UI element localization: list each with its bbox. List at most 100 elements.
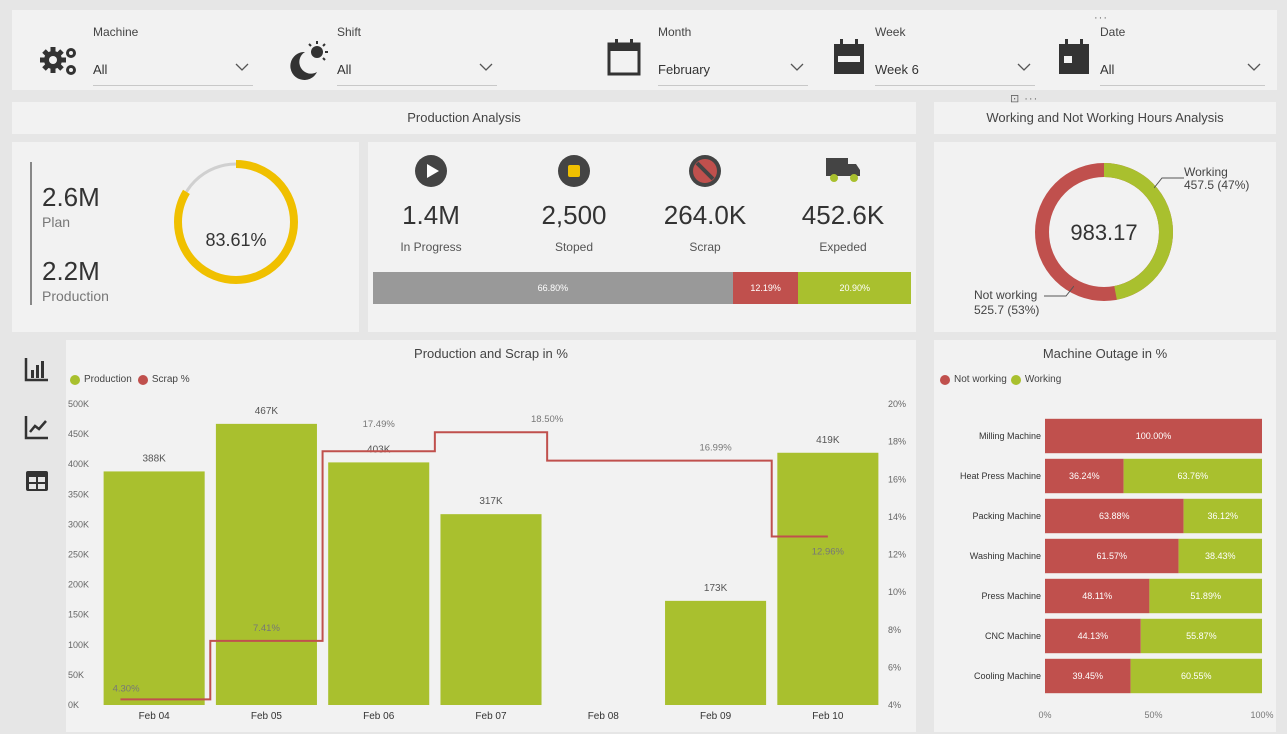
category-label: Cooling Machine xyxy=(974,671,1041,681)
month-select[interactable]: February xyxy=(658,52,808,86)
y2-tick-label: 4% xyxy=(888,700,901,710)
x-tick-label: Feb 09 xyxy=(700,711,732,722)
month-filter-label: Month xyxy=(658,25,692,39)
production-analysis-title: Production Analysis xyxy=(407,110,521,125)
date-filter: Date All xyxy=(1052,10,1267,90)
production-bar[interactable] xyxy=(103,471,205,705)
working-data-label: 63.76% xyxy=(1178,471,1209,481)
category-label: Washing Machine xyxy=(970,551,1041,561)
working-hours-title: Working and Not Working Hours Analysis xyxy=(986,110,1224,125)
x-tick-label: Feb 05 xyxy=(251,711,283,722)
filter-bar: Machine All Shift All Month February Wee… xyxy=(12,10,1277,90)
scrap-data-label: 17.49% xyxy=(363,419,396,430)
more-options-icon[interactable]: ··· xyxy=(1094,12,1108,24)
stack-segment[interactable]: 20.90% xyxy=(798,272,911,304)
kpi-card: 1.4M In Progress 2,500 Stoped 264.0K Scr… xyxy=(368,142,916,332)
production-bar[interactable] xyxy=(215,423,317,705)
working-hours-card: 983.17 Working 457.5 (47%) Not working 5… xyxy=(934,142,1276,332)
calendar-day-icon xyxy=(1059,39,1089,74)
machine-outage-chart-card: Machine Outage in % Not working Working … xyxy=(934,340,1276,732)
bar-data-label: 467K xyxy=(255,406,279,417)
stack-segment[interactable]: 12.19% xyxy=(732,272,799,304)
working-data-label: 51.89% xyxy=(1190,591,1221,601)
calendar-icon xyxy=(607,39,641,76)
scrap-data-label: 18.50% xyxy=(531,414,564,425)
week-filter-label: Week xyxy=(875,25,906,39)
plan-production-card: 2.6M Plan 2.2M Production 83.61% xyxy=(12,142,359,332)
visual-switcher xyxy=(12,340,62,732)
working-data-label: 60.55% xyxy=(1181,671,1212,681)
y2-tick-label: 18% xyxy=(888,437,906,447)
kpi-label: Expeded xyxy=(819,240,867,254)
kpi-value: 452.6K xyxy=(801,200,885,230)
chevron-down-icon xyxy=(1247,63,1261,71)
line-chart-icon[interactable] xyxy=(24,414,50,440)
production-value: 2.2M xyxy=(42,256,100,286)
status-stacked-bar: 66.80% 12.19% 20.90% xyxy=(373,272,911,304)
shift-select[interactable]: All xyxy=(337,52,497,86)
y2-tick-label: 14% xyxy=(888,512,906,522)
scrap-data-label: 4.30% xyxy=(113,683,140,694)
y-tick-label: 50K xyxy=(68,670,84,680)
x-tick-label: Feb 06 xyxy=(363,711,395,722)
working-data-label: 38.43% xyxy=(1205,551,1236,561)
kpi-value: 264.0K xyxy=(663,200,747,230)
truck-icon xyxy=(826,158,860,182)
focus-mode-icon[interactable]: ⊡ ··· xyxy=(1010,92,1038,105)
bar-chart-icon[interactable] xyxy=(24,356,50,382)
working-hours-total: 983.17 xyxy=(1070,220,1138,245)
stack-segment[interactable]: 66.80% xyxy=(373,272,733,304)
not-working-leader-line xyxy=(1044,285,1074,297)
week-select-value: Week 6 xyxy=(875,62,919,77)
x-tick-label: 100% xyxy=(1250,710,1273,720)
moon-sun-icon xyxy=(290,41,328,80)
machine-select-value: All xyxy=(93,62,108,77)
chevron-down-icon xyxy=(1017,63,1031,71)
production-bar[interactable] xyxy=(777,452,879,705)
machine-filter-label: Machine xyxy=(93,25,139,39)
y2-tick-label: 12% xyxy=(888,550,906,560)
week-filter: Week Week 6 xyxy=(827,10,1042,90)
not-working-callout: Not working 525.7 (53%) xyxy=(974,288,1039,318)
production-scrap-chart-card: Production and Scrap in % Production Scr… xyxy=(66,340,916,732)
shift-filter-label: Shift xyxy=(337,25,362,39)
production-bar[interactable] xyxy=(665,600,767,705)
y-tick-label: 200K xyxy=(68,580,89,590)
plan-label: Plan xyxy=(42,214,71,230)
table-icon[interactable] xyxy=(24,468,50,494)
y2-tick-label: 8% xyxy=(888,625,901,635)
working-leader-line xyxy=(1154,177,1184,189)
date-filter-label: Date xyxy=(1100,25,1126,39)
kpi-label: Stoped xyxy=(554,240,594,254)
not-working-data-label: 36.24% xyxy=(1069,471,1100,481)
stop-icon xyxy=(558,155,590,187)
x-tick-label: Feb 08 xyxy=(588,711,620,722)
bar-data-label: 173K xyxy=(704,583,728,594)
category-label: Milling Machine xyxy=(979,431,1041,441)
production-analysis-header: Production Analysis xyxy=(12,102,916,134)
chevron-down-icon xyxy=(790,63,804,71)
production-label: Production xyxy=(42,288,109,304)
calendar-week-icon xyxy=(834,39,864,74)
chevron-down-icon xyxy=(235,63,249,71)
x-tick-label: Feb 07 xyxy=(475,711,507,722)
x-tick-label: Feb 10 xyxy=(812,711,844,722)
not-working-value: 525.7 (53%) xyxy=(974,303,1040,317)
y-tick-label: 0K xyxy=(68,700,79,710)
y-tick-label: 350K xyxy=(68,489,89,499)
divider xyxy=(30,162,32,305)
bar-data-label: 388K xyxy=(142,453,166,464)
y-tick-label: 100K xyxy=(68,640,89,650)
y-tick-label: 450K xyxy=(68,429,89,439)
production-bar[interactable] xyxy=(440,514,542,705)
date-select[interactable]: All xyxy=(1100,52,1265,86)
week-select[interactable]: Week 6 xyxy=(875,52,1035,86)
x-tick-label: 50% xyxy=(1144,710,1162,720)
working-hours-header: Working and Not Working Hours Analysis xyxy=(934,102,1276,134)
category-label: Heat Press Machine xyxy=(960,471,1041,481)
bar-data-label: 419K xyxy=(816,435,840,446)
machine-select[interactable]: All xyxy=(93,52,253,86)
bar-data-label: 317K xyxy=(479,496,503,507)
not-working-label: Not working xyxy=(974,288,1038,302)
production-bar[interactable] xyxy=(328,462,430,705)
